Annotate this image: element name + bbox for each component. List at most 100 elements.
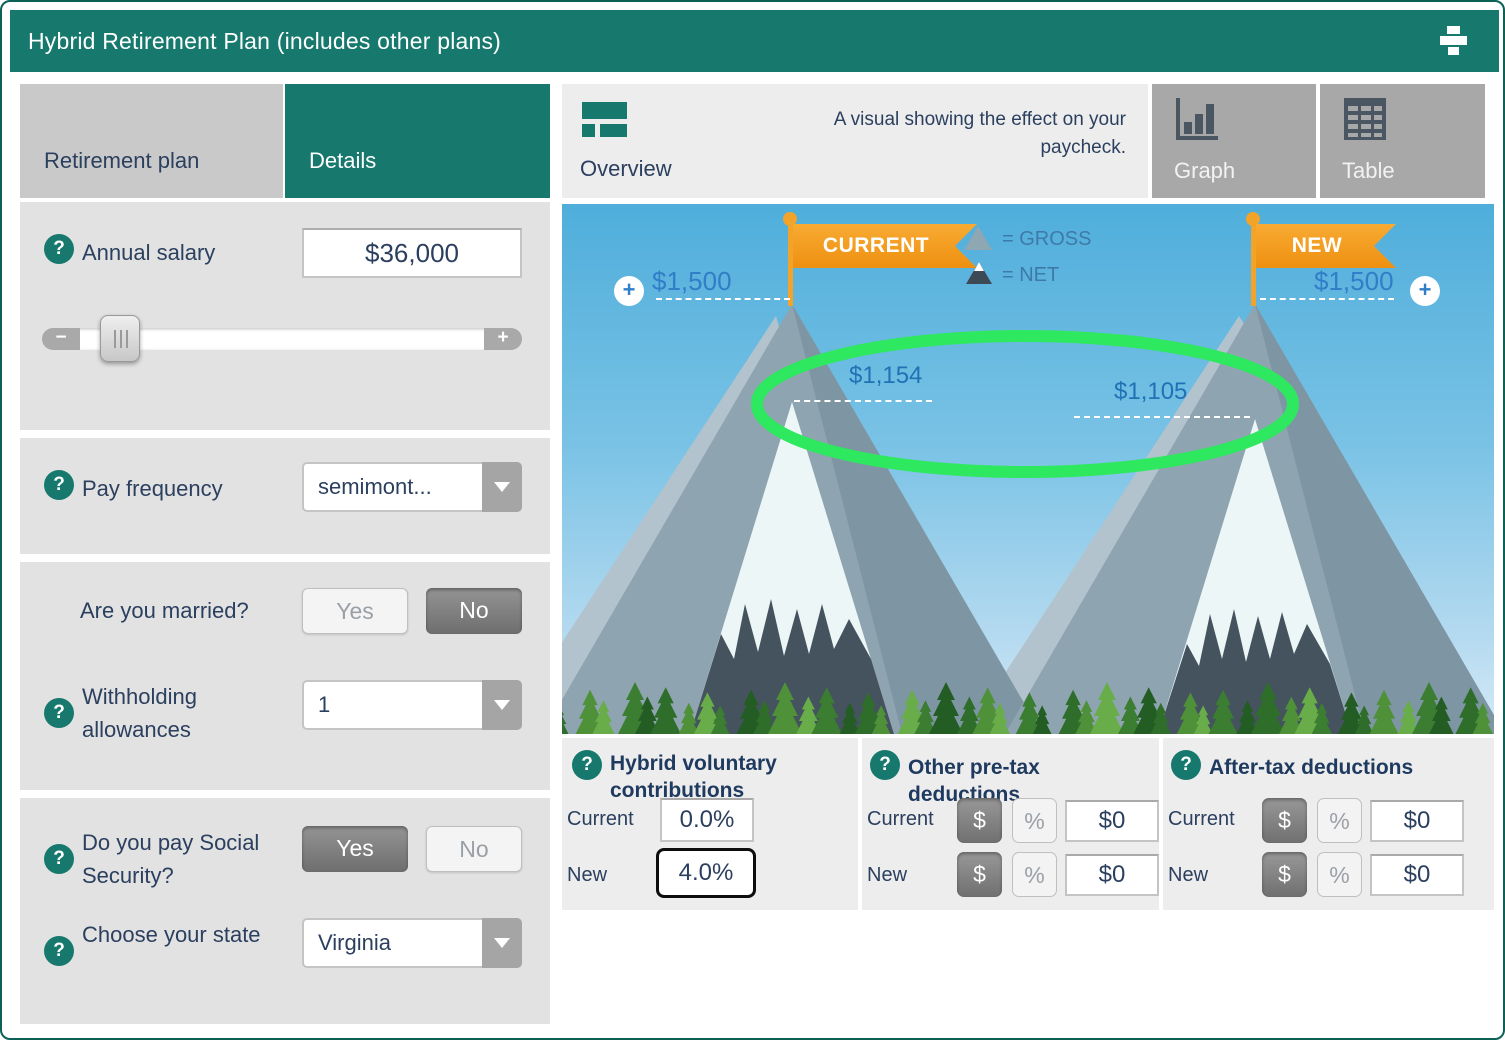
- paycheck-visual: CURRENT NEW + $1,500 $1,500 + = GROSS = …: [562, 204, 1494, 734]
- chevron-down-icon: [482, 680, 522, 730]
- current-gross-value: $1,500: [652, 266, 732, 297]
- bar-chart-icon: [1174, 96, 1220, 149]
- social-security-yes-button[interactable]: Yes: [302, 826, 408, 872]
- app-window: Hybrid Retirement Plan (includes other p…: [0, 0, 1505, 1040]
- new-row-label: New: [1168, 864, 1208, 887]
- hybrid-new-input[interactable]: [656, 848, 756, 898]
- pretax-current-dollar-button[interactable]: $: [957, 798, 1002, 843]
- pretax-deductions-section: ? Other pre-tax deductions Current $ % N…: [862, 738, 1159, 910]
- new-row-label: New: [567, 864, 607, 887]
- current-flag: CURRENT: [793, 224, 977, 268]
- tab-details[interactable]: Details: [285, 84, 550, 198]
- pretax-current-percent-button[interactable]: %: [1012, 798, 1057, 843]
- pretax-new-percent-button[interactable]: %: [1012, 852, 1057, 897]
- help-icon[interactable]: ?: [44, 698, 74, 728]
- help-icon[interactable]: ?: [870, 750, 900, 780]
- aftertax-current-dollar-button[interactable]: $: [1262, 798, 1307, 843]
- state-value: Virginia: [318, 930, 391, 956]
- net-legend-label: = NET: [1002, 264, 1059, 287]
- pay-frequency-value: semimont...: [318, 474, 432, 500]
- overview-icon: [582, 102, 628, 138]
- current-net-leader-line: [794, 400, 932, 402]
- annual-salary-label: Annual salary: [82, 236, 215, 269]
- tab-details-label: Details: [309, 148, 376, 174]
- new-flag-pole-cap: [1246, 212, 1260, 226]
- table-icon: [1342, 96, 1388, 149]
- tab-retirement-plan-label: Retirement plan: [44, 148, 199, 174]
- hybrid-contributions-label: Hybrid voluntary contributions: [610, 750, 810, 805]
- state-select[interactable]: Virginia: [302, 918, 522, 968]
- gross-legend-label: = GROSS: [1002, 228, 1091, 251]
- chevron-down-icon: [482, 918, 522, 968]
- withholding-label: Withholding allowances: [82, 680, 272, 746]
- help-icon[interactable]: ?: [44, 470, 74, 500]
- new-flag-pole: [1251, 220, 1256, 306]
- social-security-state-section: ? Do you pay Social Security? Yes No ? C…: [20, 798, 550, 1024]
- withholding-select[interactable]: 1: [302, 680, 522, 730]
- new-row-label: New: [867, 864, 907, 887]
- state-label: Choose your state: [82, 918, 262, 951]
- tab-retirement-plan[interactable]: Retirement plan: [20, 84, 283, 198]
- tab-table[interactable]: Table: [1320, 84, 1485, 198]
- current-flag-pole: [788, 220, 793, 306]
- print-icon[interactable]: [1435, 24, 1471, 58]
- help-icon[interactable]: ?: [44, 234, 74, 264]
- married-no-button[interactable]: No: [426, 588, 522, 634]
- current-net-value: $1,154: [849, 362, 922, 390]
- sidebar-tabs: Retirement plan Details: [20, 84, 550, 198]
- aftertax-new-percent-button[interactable]: %: [1317, 852, 1362, 897]
- salary-slider[interactable]: − +: [42, 328, 522, 350]
- page-title: Hybrid Retirement Plan (includes other p…: [10, 28, 501, 55]
- slider-handle[interactable]: [100, 315, 140, 362]
- tab-overview[interactable]: Overview A visual showing the effect on …: [562, 84, 1148, 198]
- annual-salary-input[interactable]: [302, 228, 522, 278]
- aftertax-new-dollar-button[interactable]: $: [1262, 852, 1307, 897]
- aftertax-current-input[interactable]: [1370, 800, 1464, 842]
- married-label: Are you married?: [80, 594, 249, 627]
- social-security-no-button[interactable]: No: [426, 826, 522, 872]
- help-icon[interactable]: ?: [44, 936, 74, 966]
- current-row-label: Current: [567, 808, 634, 831]
- slider-minus-button[interactable]: −: [42, 328, 80, 350]
- married-yes-button[interactable]: Yes: [302, 588, 408, 634]
- new-net-value: $1,105: [1114, 378, 1187, 406]
- pretax-current-input[interactable]: [1065, 800, 1159, 842]
- aftertax-deductions-label: After-tax deductions: [1209, 754, 1469, 781]
- withholding-value: 1: [318, 692, 330, 718]
- help-icon[interactable]: ?: [1171, 750, 1201, 780]
- hybrid-contributions-section: ? Hybrid voluntary contributions Current…: [562, 738, 858, 910]
- pay-frequency-label: Pay frequency: [82, 472, 223, 505]
- current-row-label: Current: [867, 808, 934, 831]
- current-gross-leader-line: [656, 298, 790, 300]
- annual-salary-section: ? Annual salary − +: [20, 202, 550, 430]
- overview-caption: A visual showing the effect on your payc…: [826, 106, 1126, 161]
- deductions-panel: ? Hybrid voluntary contributions Current…: [562, 738, 1494, 910]
- aftertax-new-input[interactable]: [1370, 854, 1464, 896]
- married-withholding-section: Are you married? Yes No ? Withholding al…: [20, 562, 550, 790]
- title-bar: Hybrid Retirement Plan (includes other p…: [10, 10, 1499, 72]
- aftertax-current-percent-button[interactable]: %: [1317, 798, 1362, 843]
- new-gross-leader-line: [1260, 298, 1394, 300]
- help-icon[interactable]: ?: [572, 750, 602, 780]
- hybrid-current-input[interactable]: [660, 798, 754, 842]
- current-gross-plus-button[interactable]: +: [614, 276, 644, 306]
- tab-table-label: Table: [1342, 158, 1395, 184]
- pretax-new-dollar-button[interactable]: $: [957, 852, 1002, 897]
- pretax-new-input[interactable]: [1065, 854, 1159, 896]
- current-flag-label: CURRENT: [823, 234, 947, 257]
- tab-overview-label: Overview: [580, 156, 672, 182]
- help-icon[interactable]: ?: [44, 844, 74, 874]
- settings-sidebar: Retirement plan Details ? Annual salary …: [20, 84, 550, 198]
- tab-graph[interactable]: Graph: [1152, 84, 1316, 198]
- tab-graph-label: Graph: [1174, 158, 1235, 184]
- chevron-down-icon: [482, 462, 522, 512]
- current-flag-pole-cap: [783, 212, 797, 226]
- new-gross-plus-button[interactable]: +: [1410, 276, 1440, 306]
- pay-frequency-section: ? Pay frequency semimont...: [20, 438, 550, 554]
- social-security-label: Do you pay Social Security?: [82, 826, 306, 892]
- slider-plus-button[interactable]: +: [484, 328, 522, 350]
- new-gross-value: $1,500: [1314, 266, 1394, 297]
- current-row-label: Current: [1168, 808, 1235, 831]
- new-net-leader-line: [1074, 416, 1250, 418]
- pay-frequency-select[interactable]: semimont...: [302, 462, 522, 512]
